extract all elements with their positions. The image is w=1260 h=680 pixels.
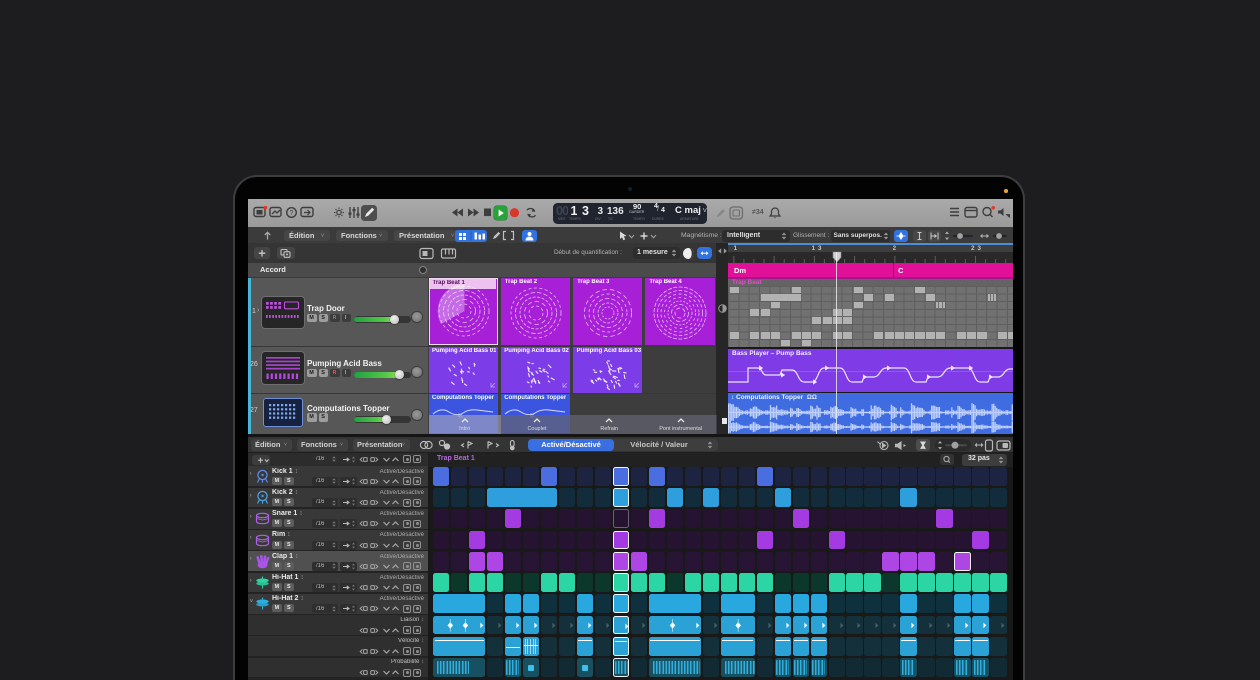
svg-text:?: ? bbox=[290, 210, 294, 217]
